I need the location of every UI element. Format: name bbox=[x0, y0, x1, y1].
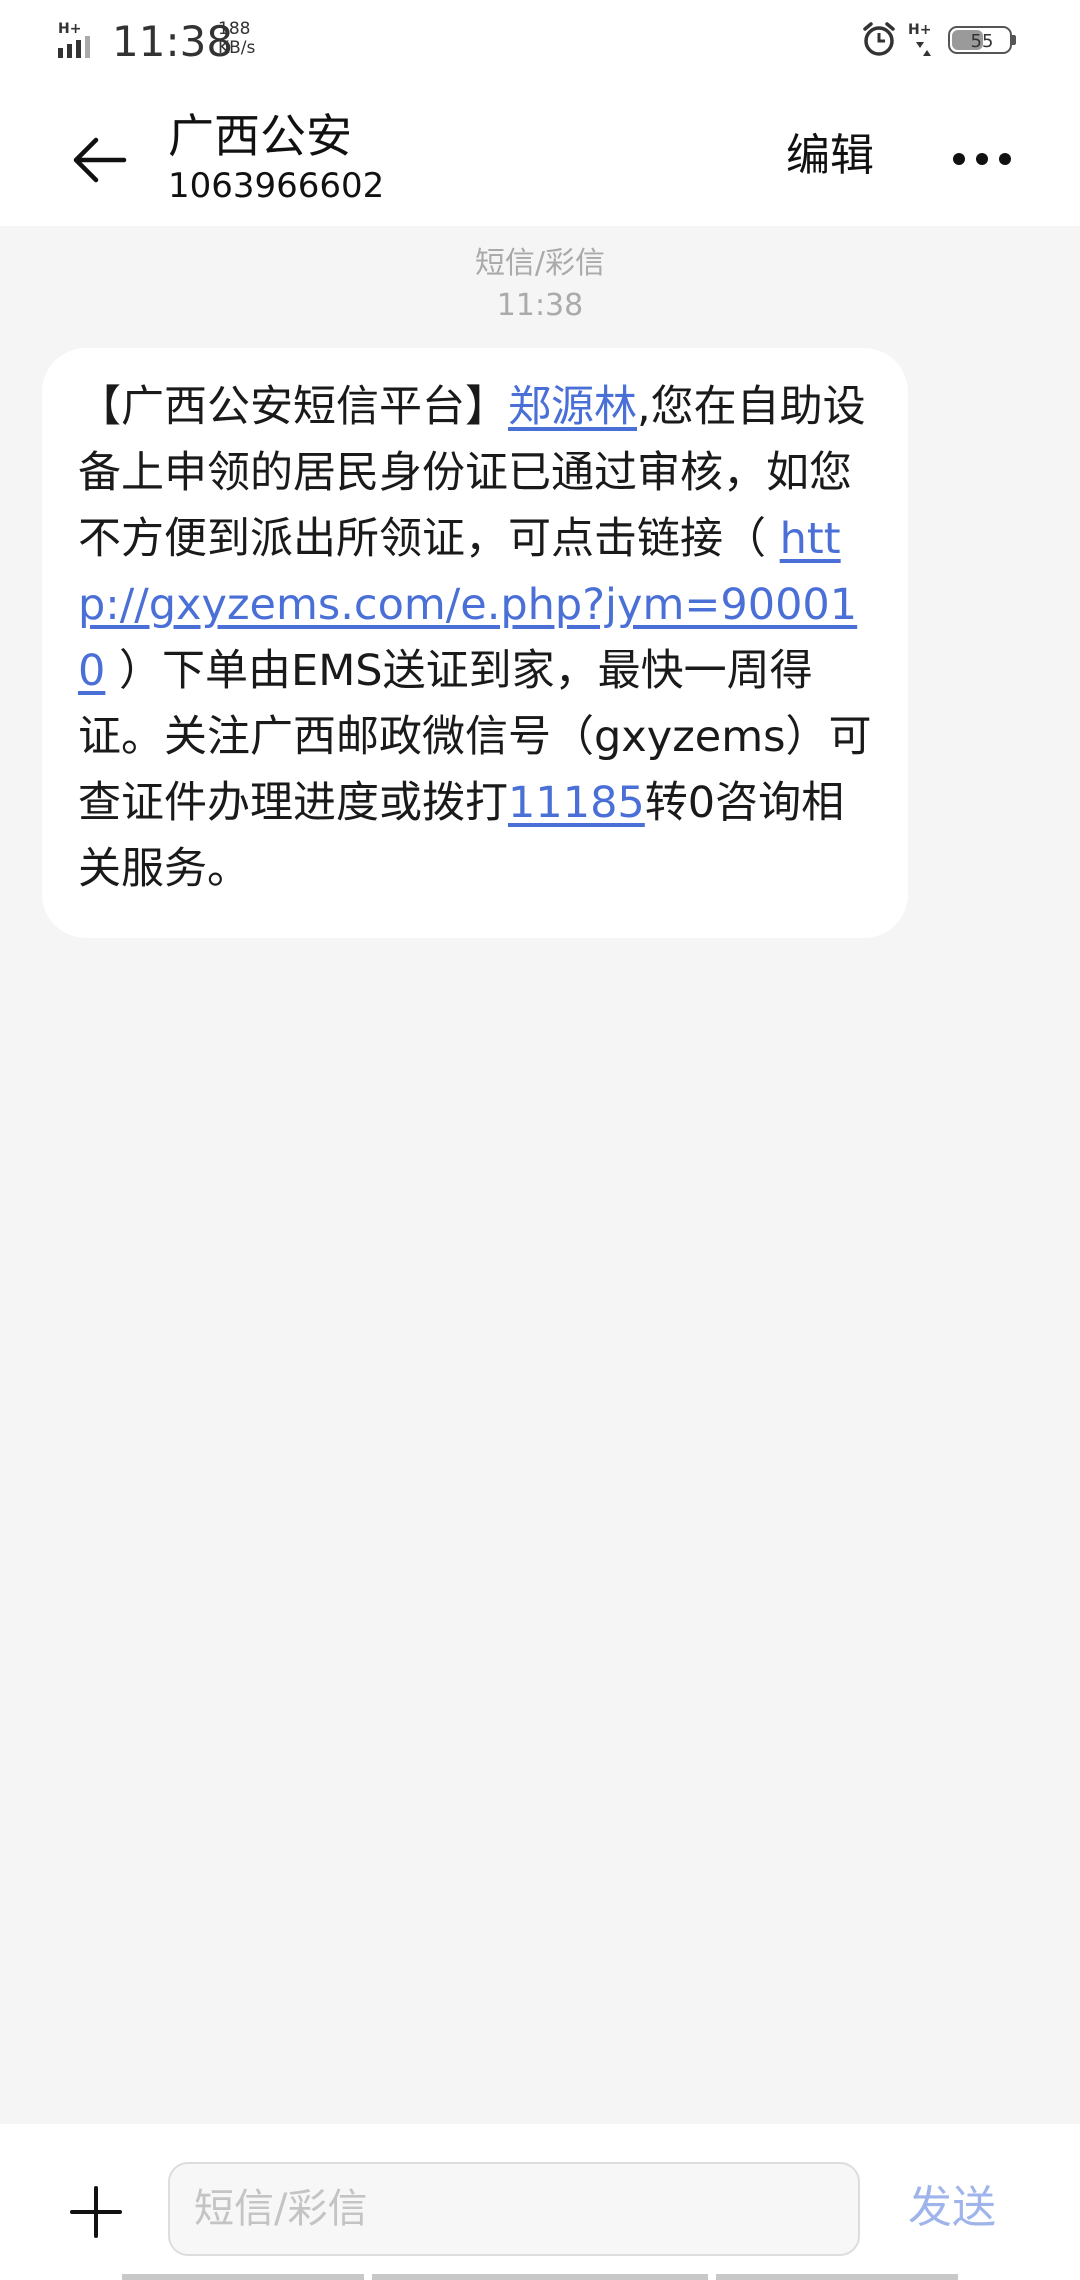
status-time: 11:38 bbox=[112, 17, 234, 66]
message-type-label: 短信/彩信 bbox=[474, 246, 606, 281]
conversation-header: 广西公安 1063966602 编辑 bbox=[0, 82, 1080, 226]
message-list[interactable]: 短信/彩信 11:38 【广西公安短信平台】郑源林,您在自助设备上申领的居民身份… bbox=[0, 226, 1080, 2126]
more-options-button[interactable] bbox=[940, 134, 1024, 184]
attach-button[interactable] bbox=[58, 2174, 134, 2250]
battery-level: 55 bbox=[970, 31, 994, 52]
signal-icon: H+ bbox=[58, 21, 90, 58]
message-bubble[interactable]: 【广西公安短信平台】郑源林,您在自助设备上申领的居民身份证已通过审核，如您不方便… bbox=[42, 348, 908, 938]
alarm-clock-icon bbox=[863, 22, 895, 56]
contact-name: 广西公安 bbox=[168, 109, 352, 163]
nav-hint-bar bbox=[122, 2274, 364, 2280]
message-input[interactable] bbox=[168, 2162, 860, 2256]
message-timestamp: 11:38 bbox=[496, 288, 584, 323]
back-button[interactable] bbox=[60, 124, 140, 196]
plus-icon bbox=[70, 2186, 122, 2238]
recipient-name-link[interactable]: 郑源林 bbox=[508, 382, 637, 432]
message-text-part: 【广西公安短信平台】 bbox=[78, 382, 508, 432]
network-speed-value: 188 bbox=[218, 19, 251, 39]
battery-body: 55 bbox=[948, 26, 1012, 54]
svg-text:H+: H+ bbox=[58, 21, 81, 37]
network-speed-unit: KB/s bbox=[218, 38, 256, 58]
contact-number: 1063966602 bbox=[168, 166, 385, 206]
nav-hint-bar bbox=[716, 2274, 958, 2280]
network-speed: 188 KB/s bbox=[218, 20, 268, 58]
back-arrow-icon bbox=[73, 137, 127, 183]
hd-signal-icon: H+ bbox=[908, 22, 931, 56]
message-composer: 发送 bbox=[0, 2124, 1080, 2280]
phone-number-link[interactable]: 11185 bbox=[508, 778, 645, 828]
edit-button[interactable]: 编辑 bbox=[786, 126, 874, 186]
more-dots-icon bbox=[953, 153, 1011, 165]
battery-cap bbox=[1012, 35, 1016, 45]
svg-text:H+: H+ bbox=[908, 22, 931, 38]
nav-hint-bar bbox=[372, 2274, 708, 2280]
battery-icon: 55 bbox=[948, 26, 1016, 56]
status-bar: H+ 11:38 188 KB/s H+ 55 bbox=[0, 0, 1080, 82]
send-button[interactable]: 发送 bbox=[908, 2178, 996, 2238]
